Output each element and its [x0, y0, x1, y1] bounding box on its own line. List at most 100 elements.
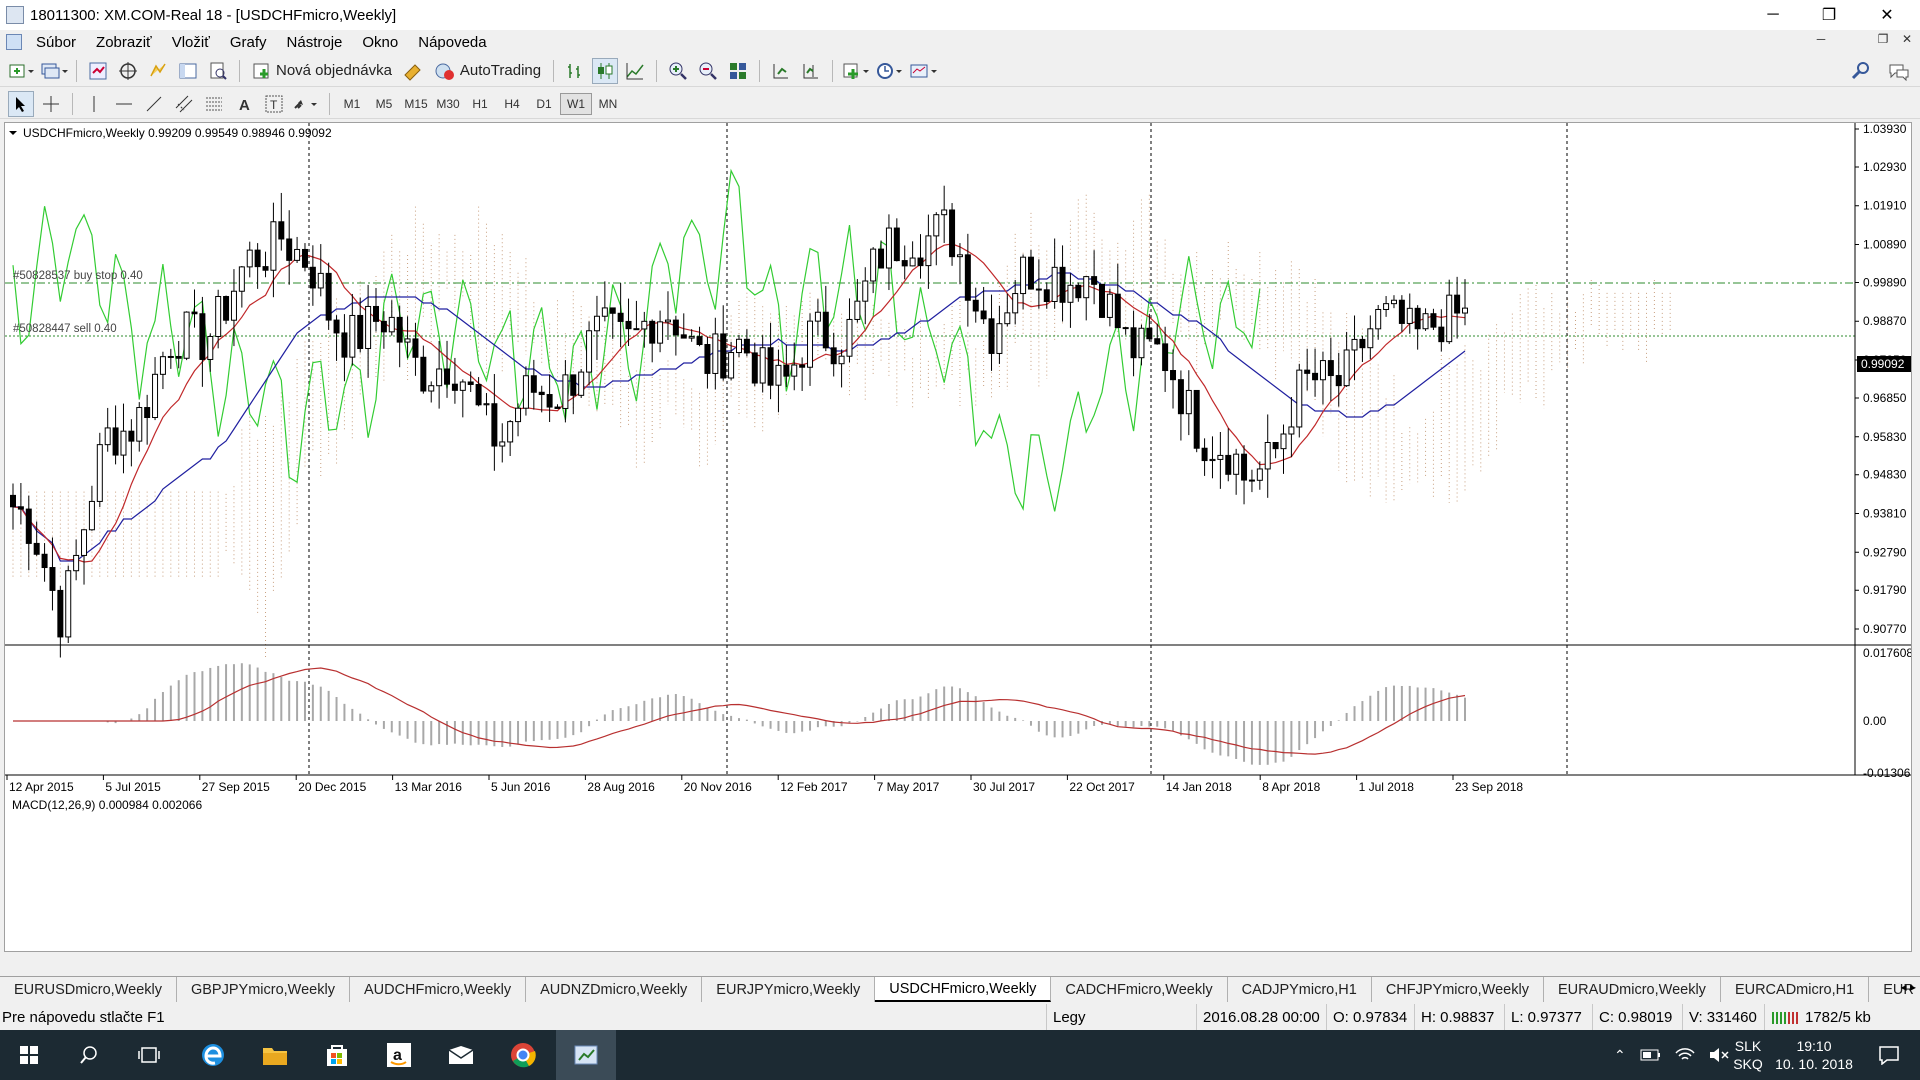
strategy-tester-icon[interactable]	[205, 58, 231, 84]
timeframe-w1[interactable]: W1	[560, 92, 592, 115]
candle-body	[1051, 266, 1058, 302]
tab-usdchf[interactable]: USDCHFmicro,Weekly	[875, 977, 1052, 1002]
timeframe-m30[interactable]: M30	[432, 93, 464, 115]
clock-date: 10. 10. 2018	[1775, 1056, 1853, 1072]
menu-zobrazit[interactable]: Zobraziť	[86, 34, 162, 51]
text-label-icon[interactable]: T	[261, 91, 287, 117]
timeframe-h1[interactable]: H1	[464, 93, 496, 115]
menu-napoveda[interactable]: Nápoveda	[408, 34, 496, 51]
status-close: C: 0.98019	[1592, 1004, 1682, 1030]
restore-button[interactable]: ❐	[1806, 0, 1852, 30]
wifi-icon[interactable]	[1674, 1047, 1696, 1063]
templates-icon[interactable]	[909, 58, 939, 84]
zoom-in-icon[interactable]	[665, 58, 691, 84]
arrows-icon[interactable]	[291, 91, 321, 117]
search-taskbar-icon[interactable]	[60, 1030, 118, 1080]
tab-cadchf[interactable]: CADCHFmicro,Weekly	[1051, 977, 1228, 1002]
amazon-icon[interactable]: a	[370, 1030, 428, 1080]
minimize-button[interactable]: ─	[1750, 0, 1796, 30]
clock[interactable]: 19:10 10. 10. 2018	[1772, 1030, 1856, 1080]
timeframe-mn[interactable]: MN	[592, 93, 624, 115]
text-tool-icon[interactable]: A	[231, 91, 257, 117]
mdi-close-icon[interactable]: ✕	[1896, 32, 1918, 46]
file-explorer-icon[interactable]	[246, 1030, 304, 1080]
candle-body	[1454, 294, 1461, 314]
status-profile[interactable]: Legy	[1046, 1004, 1196, 1030]
tab-scroll-right-icon[interactable]: ▸	[1910, 980, 1916, 994]
tab-eurusd[interactable]: EURUSDmicro,Weekly	[0, 977, 177, 1002]
menu-okno[interactable]: Okno	[352, 34, 408, 51]
close-button[interactable]: ✕	[1864, 0, 1910, 30]
terminal-icon[interactable]	[175, 58, 201, 84]
tab-scroll-left-icon[interactable]: ◂	[1901, 980, 1907, 994]
order-lines[interactable]	[5, 282, 1855, 337]
candle-body	[885, 227, 892, 269]
chart-window[interactable]: 1.03930 1.02930 1.01910 1.00890 0.99890 0.988…	[4, 122, 1917, 952]
battery-icon[interactable]	[1640, 1047, 1662, 1063]
crosshair-icon[interactable]	[38, 91, 64, 117]
timeframe-d1[interactable]: D1	[528, 93, 560, 115]
input-language[interactable]: SLK SKQ	[1730, 1030, 1766, 1080]
new-chart-icon[interactable]	[8, 58, 36, 84]
search-icon[interactable]	[1848, 58, 1874, 84]
metatrader-taskbar-icon[interactable]	[556, 1030, 616, 1080]
candle-body	[1027, 256, 1034, 290]
tab-audnzd[interactable]: AUDNZDmicro,Weekly	[526, 977, 703, 1002]
edge-icon[interactable]	[184, 1030, 242, 1080]
menu-subor[interactable]: Súbor	[26, 34, 86, 51]
new-order-button[interactable]: Nová objednávka	[248, 58, 396, 84]
trendline-icon[interactable]	[141, 91, 167, 117]
tab-eurcad[interactable]: EURCADmicro,H1	[1721, 977, 1870, 1002]
auto-scroll-icon[interactable]	[768, 58, 794, 84]
chart-canvas[interactable]: 1.03930 1.02930 1.01910 1.00890 0.99890 0.988…	[5, 122, 1917, 951]
chart-shift-icon[interactable]	[798, 58, 824, 84]
tab-eurjpy[interactable]: EURJPYmicro,Weekly	[702, 977, 876, 1002]
navigator-icon[interactable]	[145, 58, 171, 84]
mdi-restore-icon[interactable]: ❐	[1872, 32, 1894, 46]
data-window-icon[interactable]	[115, 58, 141, 84]
volume-muted-icon[interactable]	[1708, 1047, 1730, 1063]
candle-body	[980, 310, 987, 320]
tray-chevron-icon[interactable]: ⌃	[1614, 1047, 1626, 1064]
mail-icon[interactable]	[432, 1030, 490, 1080]
profiles-icon[interactable]	[40, 58, 68, 84]
metaeditor-icon[interactable]	[400, 58, 426, 84]
tile-windows-icon[interactable]	[725, 58, 751, 84]
timeframe-m1[interactable]: M1	[336, 93, 368, 115]
vertical-line-icon[interactable]	[81, 91, 107, 117]
cursor-icon[interactable]	[8, 90, 34, 117]
start-icon[interactable]	[0, 1030, 58, 1080]
tab-cadjpy[interactable]: CADJPYmicro,H1	[1228, 977, 1372, 1002]
menu-grafy[interactable]: Grafy	[220, 34, 277, 51]
line-chart-icon[interactable]	[622, 58, 648, 84]
market-watch-icon[interactable]	[85, 58, 111, 84]
candle-body	[664, 319, 671, 323]
timeframe-m5[interactable]: M5	[368, 93, 400, 115]
chat-icon[interactable]	[1886, 58, 1912, 84]
candle-body	[688, 336, 695, 339]
tab-scroll-arrows[interactable]: ◂ ▸	[1901, 980, 1916, 994]
indicators-icon[interactable]	[841, 58, 871, 84]
notifications-icon[interactable]	[1864, 1030, 1914, 1080]
periods-icon[interactable]	[875, 58, 905, 84]
store-icon[interactable]	[308, 1030, 366, 1080]
timeframe-m15[interactable]: M15	[400, 93, 432, 115]
bar-chart-icon[interactable]	[562, 58, 588, 84]
menu-nastroje[interactable]: Nástroje	[277, 34, 353, 51]
tab-chfjpy[interactable]: CHFJPYmicro,Weekly	[1372, 977, 1544, 1002]
tab-gbpjpy[interactable]: GBPJPYmicro,Weekly	[177, 977, 350, 1002]
mdi-minimize-icon[interactable]: ─	[1810, 32, 1832, 46]
window-title: 18011300: XM.COM-Real 18 - [USDCHFmicro,…	[30, 6, 397, 24]
candlestick-chart-icon[interactable]	[592, 57, 619, 84]
fibonacci-icon[interactable]	[201, 91, 227, 117]
horizontal-line-icon[interactable]	[111, 91, 137, 117]
equidistant-channel-icon[interactable]	[171, 91, 197, 117]
zoom-out-icon[interactable]	[695, 58, 721, 84]
chrome-icon[interactable]	[494, 1030, 552, 1080]
menu-vlozit[interactable]: Vložiť	[162, 34, 220, 51]
timeframe-h4[interactable]: H4	[496, 93, 528, 115]
tab-euraud[interactable]: EURAUDmicro,Weekly	[1544, 977, 1721, 1002]
tab-audchf[interactable]: AUDCHFmicro,Weekly	[350, 977, 527, 1002]
autotrading-button[interactable]: AutoTrading	[430, 58, 545, 84]
task-view-icon[interactable]	[120, 1030, 178, 1080]
